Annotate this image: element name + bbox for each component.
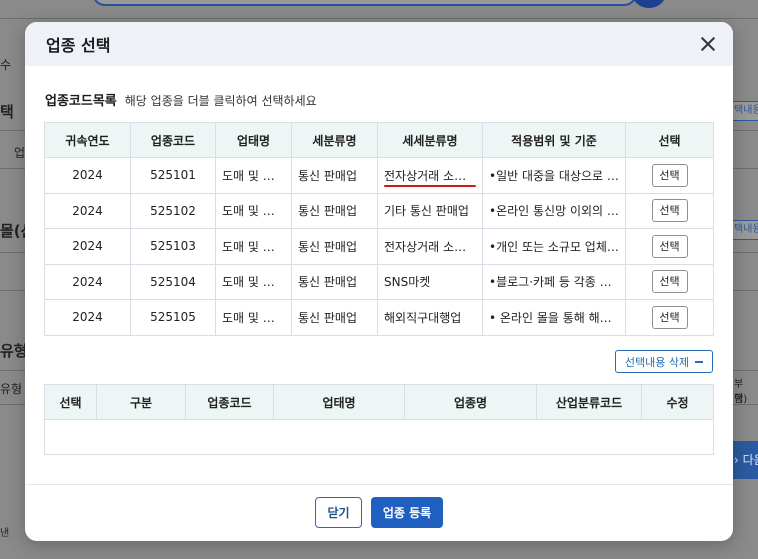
year-cell: 2024 [44,299,131,336]
business-cell: 도매 및 소매업 [215,157,292,194]
select-cell: 선택 [625,299,714,336]
column-header: 업종코드 [185,384,274,420]
select-button[interactable]: 선택 [651,270,688,294]
column-header: 업종코드 [130,122,216,158]
select-cell: 선택 [625,157,714,194]
select-cell: 선택 [625,192,714,229]
table-row[interactable]: 2024 525104 도매 및 소매업 통신 판매업 SNS마켓 •블로그·카… [44,263,714,300]
selected-industry-table: 선택 구분 업종코드 업태명 업종명 산업분류코드 수정 [44,384,714,455]
select-cell: 선택 [625,228,714,265]
column-header: 세세분류명 [377,122,483,158]
section-header: 업종코드목록 해당 업종을 더블 클릭하여 선택하세요 [45,90,317,109]
delete-selection-label: 선택내용 삭제 [624,355,690,369]
column-header: 업태명 [215,122,292,158]
select-button[interactable]: 선택 [651,199,688,223]
subsubclass-cell: 전자상거래 소매업 [377,157,483,194]
table-row[interactable]: 2024 525101 도매 및 소매업 통신 판매업 전자상거래 소매업 •일… [44,157,714,194]
bg-label: 유형 [0,382,23,396]
bg-tag: 택내용 [730,220,758,240]
section-title: 업종코드목록 [45,94,117,109]
subsubclass-cell: 전자상거래 소매 중개업 [377,228,483,265]
column-header: 구분 [96,384,186,420]
subclass-cell: 통신 판매업 [291,299,378,336]
scope-cell: •온라인 통신망 이외의 통신... [482,192,626,229]
minus-icon [695,360,704,363]
column-header: 귀속연도 [44,122,131,158]
scope-cell: •일반 대중을 대상으로 온라인... [482,157,626,194]
bg-next-button: › 다음 [730,441,758,479]
subclass-cell: 통신 판매업 [291,192,378,229]
register-industry-button[interactable]: 업종 등록 [371,497,443,528]
code-cell: 525102 [130,192,216,229]
bg-label: 낸 [0,528,10,539]
table-header-row: 선택 구분 업종코드 업태명 업종명 산업분류코드 수정 [44,384,714,420]
subsubclass-cell: 해외직구대행업 [377,299,483,336]
delete-selection-button[interactable]: 선택내용 삭제 [615,350,713,373]
year-cell: 2024 [44,263,131,300]
bg-label: 수 [0,58,12,72]
industry-code-table: 귀속연도 업종코드 업태명 세분류명 세세분류명 적용범위 및 기준 선택 20… [44,122,714,336]
column-header: 선택 [44,384,97,420]
scope-cell: • 온라인 몰을 통해 해외에서... [482,299,626,336]
industry-select-modal: 업종 선택 업종코드목록 해당 업종을 더블 클릭하여 선택하세요 귀속연도 업… [25,22,733,541]
close-button[interactable]: 닫기 [315,497,362,528]
select-button[interactable]: 선택 [651,234,688,258]
modal-header: 업종 선택 [25,22,733,66]
business-cell: 도매 및 소매업 [215,192,292,229]
column-header: 업종명 [404,384,537,420]
subclass-cell: 통신 판매업 [291,263,378,300]
bg-search-button [632,0,666,8]
scope-cell: •개인 또는 소규모 업체가... [482,228,626,265]
code-cell: 525105 [130,299,216,336]
table-row[interactable]: 2024 525105 도매 및 소매업 통신 판매업 해외직구대행업 • 온라… [44,299,714,336]
subclass-cell: 통신 판매업 [291,157,378,194]
column-header: 선택 [625,122,714,158]
select-cell: 선택 [625,263,714,300]
select-button[interactable]: 선택 [651,305,688,329]
bg-label: 택 [734,394,744,405]
footer-divider [25,484,733,485]
bg-search-input [92,0,637,6]
subsubclass-cell: 기타 통신 판매업 [377,192,483,229]
year-cell: 2024 [44,192,131,229]
business-cell: 도매 및 소매업 [215,263,292,300]
year-cell: 2024 [44,157,131,194]
column-header: 적용범위 및 기준 [482,122,626,158]
year-cell: 2024 [44,228,131,265]
code-cell: 525104 [130,263,216,300]
scope-cell: •블로그·카페 등 각종 사회... [482,263,626,300]
select-button[interactable]: 선택 [651,163,688,187]
bg-tag: 택내용 [730,101,758,121]
section-hint: 해당 업종을 더블 클릭하여 선택하세요 [124,94,317,108]
modal-footer: 닫기 업종 등록 [25,497,733,528]
close-icon[interactable] [697,33,719,55]
code-cell: 525103 [130,228,216,265]
column-header: 업태명 [273,384,405,420]
bg-label: 택 [0,103,14,121]
subsubclass-cell: SNS마켓 [377,263,483,300]
modal-title: 업종 선택 [46,36,111,55]
column-header: 산업분류코드 [536,384,642,420]
highlighted-subsubclass: 전자상거래 소매업 [384,168,477,183]
bg-label: 업 [14,146,26,160]
table-header-row: 귀속연도 업종코드 업태명 세분류명 세세분류명 적용범위 및 기준 선택 [44,122,714,158]
code-cell: 525101 [130,157,216,194]
subclass-cell: 통신 판매업 [291,228,378,265]
business-cell: 도매 및 소매업 [215,299,292,336]
column-header: 세분류명 [291,122,378,158]
bg-label: 유형 [0,342,28,360]
table-row[interactable]: 2024 525103 도매 및 소매업 통신 판매업 전자상거래 소매 중개업… [44,228,714,265]
empty-row [44,419,714,455]
business-cell: 도매 및 소매업 [215,228,292,265]
column-header: 수정 [641,384,714,420]
table-row[interactable]: 2024 525102 도매 및 소매업 통신 판매업 기타 통신 판매업 •온… [44,192,714,229]
